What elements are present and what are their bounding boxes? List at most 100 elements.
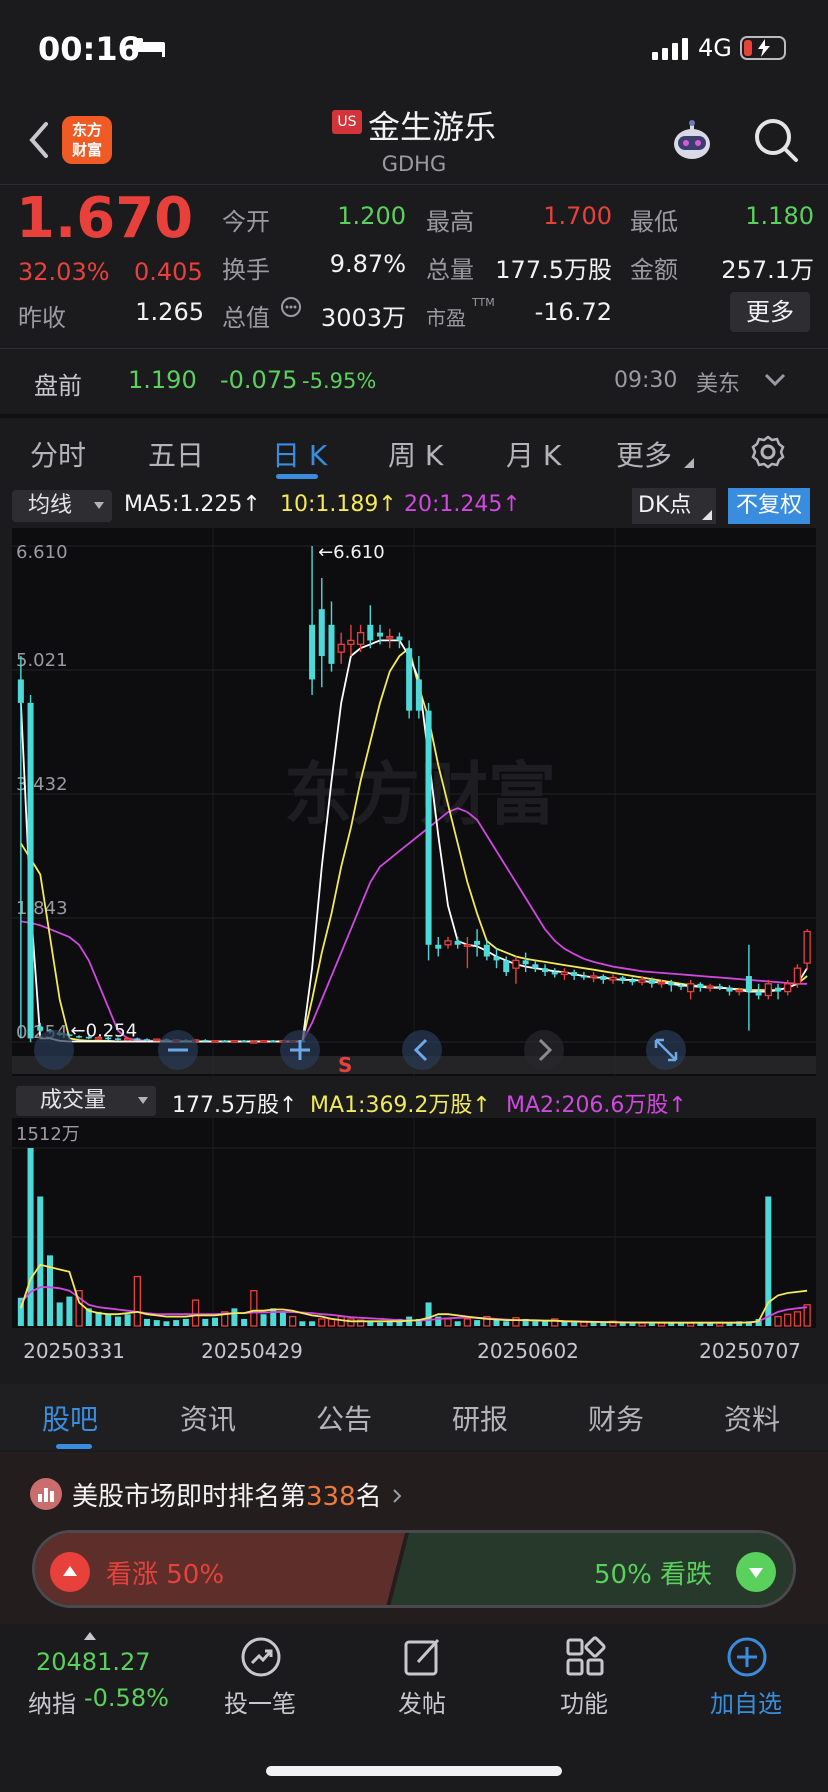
ma-select[interactable]: 均线 [12,490,112,522]
nav-watchlist-label[interactable]: 加自选 [686,1684,806,1719]
volume-select[interactable]: 成交量 [16,1086,156,1116]
last-price: 1.670 [16,186,194,251]
tab-announcements[interactable]: 公告 [316,1398,372,1438]
scroll-left-button[interactable] [402,1030,442,1070]
pe-value: -16.72 [534,298,612,326]
volume-bar [571,1322,578,1326]
volume-bar [66,1296,73,1326]
function-grid-icon[interactable] [564,1636,606,1678]
tab-intraday[interactable]: 分时 [30,434,86,474]
pe-ttm-sup: TTM [472,296,495,309]
volume-bar [454,1321,461,1326]
more-button[interactable]: 更多 [730,292,810,332]
prev-close-label: 昨收 [18,304,66,332]
tab-profile[interactable]: 资料 [724,1398,780,1438]
vote-up-icon[interactable] [50,1552,90,1592]
tab-financials[interactable]: 财务 [588,1398,644,1438]
candle [571,972,578,976]
low-value: 1.180 [745,202,814,230]
volume-bar [211,1317,219,1326]
candle [144,1039,151,1041]
tab-monthly-k[interactable]: 月 K [506,434,561,474]
candle [337,643,345,653]
sell-marker: S [338,1053,352,1077]
tab-forum[interactable]: 股吧 [42,1398,98,1438]
candle [463,944,472,947]
candle [406,648,413,711]
candle [37,1026,44,1031]
candle [532,964,539,969]
candle [560,971,569,976]
info-icon[interactable] [280,296,302,318]
volume-bar [463,1318,472,1327]
ma5-value: MA5:1.225↑ [124,492,261,517]
index-name[interactable]: 纳指 [28,1684,76,1719]
tab-five-day[interactable]: 五日 [148,434,204,474]
robot-assistant-icon[interactable] [668,118,716,166]
volume-bar [318,1318,326,1327]
rewind-button[interactable] [34,1030,74,1070]
gear-icon[interactable] [750,434,786,470]
volume-bar [202,1318,209,1326]
post-icon[interactable] [402,1636,444,1678]
candle [784,983,792,993]
premarket-label: 盘前 [34,372,82,400]
volume-bar [144,1318,151,1326]
candle [551,972,558,975]
sleep-mode-icon [133,38,165,57]
index-value[interactable]: 20481.27 [36,1648,151,1676]
volume-value: 177.5万股↑ [172,1093,298,1118]
tab-indicator [276,474,318,479]
y-tick-label: 1.843 [16,898,68,919]
tab-research[interactable]: 研报 [452,1398,508,1438]
status-bar: 00:16 4G [0,0,828,100]
candle [522,960,529,965]
add-watchlist-icon[interactable] [726,1636,768,1678]
volume-bar [133,1275,142,1327]
nav-function-label[interactable]: 功能 [524,1684,644,1719]
volume-bar [260,1314,267,1326]
index-change-pct[interactable]: -0.58% [84,1684,169,1712]
candle [153,1038,161,1042]
candle [415,679,422,711]
vote-down-fill[interactable] [389,1533,796,1608]
volume-ma2: MA2:206.6万股↑ [506,1093,687,1118]
candle [250,1040,258,1044]
x-tick-label: 20250429 [201,1339,303,1363]
candle [493,956,500,961]
kline-chart[interactable]: 东方财富 6.6105.0213.4321.8430.254 ←6.610←0.… [0,528,828,1080]
dk-button[interactable]: DK点 [632,488,716,524]
turnover-label: 换手 [222,256,270,284]
candle [211,1040,219,1043]
low-label: 最低 [630,208,678,236]
volume-bar [288,1315,297,1327]
trade-icon[interactable] [240,1636,282,1678]
tab-daily-k[interactable]: 日 K [272,434,327,474]
tab-indicator [56,1444,92,1449]
search-icon[interactable] [752,116,800,164]
corner-arrow-icon [702,510,712,520]
ranking-link[interactable]: 美股市场即时排名第338名 [72,1476,404,1513]
tab-weekly-k[interactable]: 周 K [388,434,443,474]
candle [716,986,723,988]
vote-down-icon[interactable] [736,1552,776,1592]
premarket-change-pct: -5.95% [302,369,377,393]
nav-post-label[interactable]: 发帖 [362,1684,482,1719]
volume-bar [337,1315,345,1327]
divider [0,414,828,418]
chevron-down-icon[interactable] [762,370,788,390]
open-label: 今开 [222,208,270,236]
candle [764,983,772,997]
premarket-time: 09:30 [614,368,678,393]
tab-more[interactable]: 更多 [616,434,672,474]
scroll-right-button[interactable] [524,1030,564,1070]
nav-trade-label[interactable]: 投一笔 [200,1684,320,1719]
volume-chart[interactable]: 1512万 20250331202504292025060220250707 [0,1118,828,1330]
vote-up-label[interactable]: 看涨 50% [106,1554,224,1591]
premarket-change: -0.075 [220,366,298,394]
candle [318,609,325,657]
adjustment-button[interactable]: 不复权 [728,488,810,524]
y-tick-label: 5.021 [16,650,68,671]
vote-down-label[interactable]: 50% 看跌 [594,1554,712,1591]
tab-news[interactable]: 资讯 [180,1398,236,1438]
